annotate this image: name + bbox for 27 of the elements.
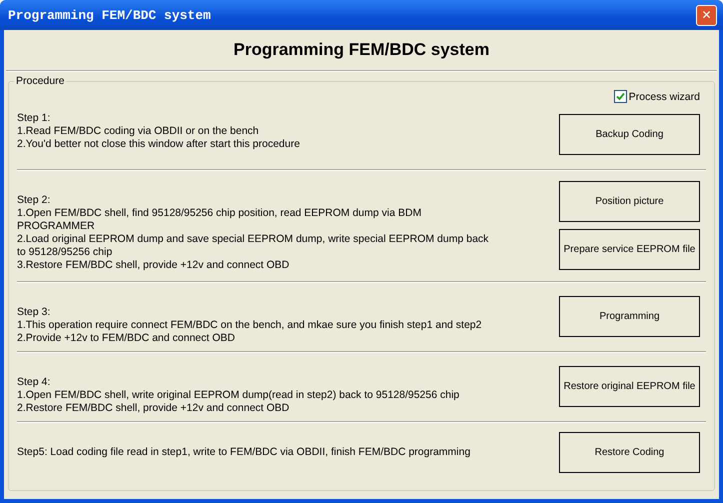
step-title: Step 4: xyxy=(17,376,52,389)
step-title: Step5: Load coding file read in step1, write to FEM/BDC via OBDII, finish FEM/BDC programming xyxy=(17,446,472,459)
step-instruction: 1.Open FEM/BDC shell, find 95128/95256 chip position, read EEPROM dump via BDM PROGRAMMER xyxy=(17,207,422,233)
checkbox-icon[interactable] xyxy=(614,90,627,103)
process-wizard-checkbox[interactable]: Process wizard xyxy=(614,90,700,103)
step-instruction: 1.Read FEM/BDC coding via OBDII or on the bench xyxy=(17,125,260,138)
window-title: Programming FEM/BDC system xyxy=(8,8,211,22)
step-instruction: 2.Provide +12v to FEM/BDC and connect OBD xyxy=(17,332,236,345)
group-label: Procedure xyxy=(14,75,66,87)
action-button[interactable]: Programming xyxy=(559,296,700,337)
step-instruction: 1.Open FEM/BDC shell, write original EEPROM dump(read in step2) back to 95128/95256 chip xyxy=(17,389,460,402)
action-button[interactable]: Restore original EEPROM file xyxy=(559,366,700,407)
step-title: Step 3: xyxy=(17,306,52,319)
step-instruction: 2.Load original EEPROM dump and save special EEPROM dump, write special EEPROM dump back to 95128/95256 chip xyxy=(17,233,490,259)
step-instruction: 3.Restore FEM/BDC shell, provide +12v and connect OBD xyxy=(17,259,290,272)
action-button[interactable]: Position picture xyxy=(559,181,700,222)
action-button[interactable]: Prepare service EEPROM file xyxy=(559,229,700,270)
checkbox-label: Process wizard xyxy=(628,90,700,102)
close-button[interactable]: ✕ xyxy=(696,4,717,26)
step-title: Step 2: xyxy=(17,194,52,207)
step-title: Step 1: xyxy=(17,112,52,125)
action-button[interactable]: Backup Coding xyxy=(559,114,700,155)
step-instruction: 2.Restore FEM/BDC shell, provide +12v and connect OBD xyxy=(17,402,290,415)
step-instruction: 1.This operation require connect FEM/BDC on the bench, and mkae sure you finish step1 and step2 xyxy=(17,319,483,332)
action-button[interactable]: Restore Coding xyxy=(559,432,700,472)
step-instruction: 2.You'd better not close this window after start this procedure xyxy=(17,138,301,151)
dialog-heading: Programming FEM/BDC system xyxy=(6,30,717,71)
